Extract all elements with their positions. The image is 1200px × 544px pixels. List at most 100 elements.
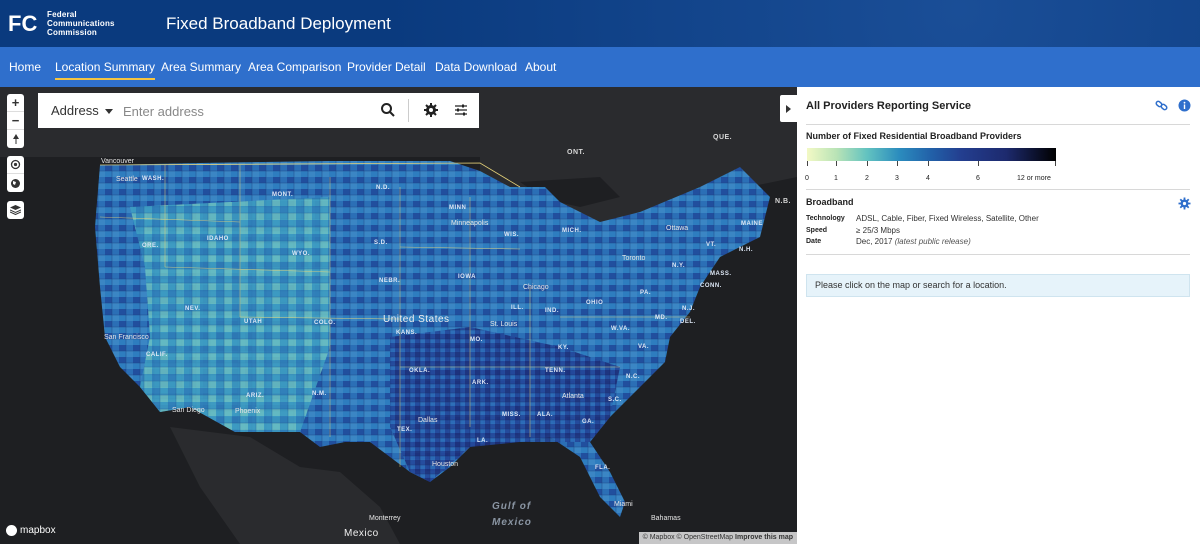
city-phoenix: Phoenix (235, 408, 261, 415)
agency-line-2: Communications (47, 19, 115, 28)
city-san-diego: San Diego (172, 407, 205, 414)
legend-label-4: 4 (926, 175, 930, 182)
svg-text:FC: FC (8, 11, 37, 36)
city-toronto: Toronto (622, 255, 646, 262)
label-pa: PA. (640, 290, 652, 296)
label-nd: N.D. (376, 185, 390, 191)
label-nebr: NEBR. (379, 278, 401, 284)
nav-location-summary[interactable]: Location Summary (55, 60, 156, 80)
nav-area-comparison[interactable]: Area Comparison (248, 60, 341, 74)
label-gulf-2: Mexico (492, 517, 532, 528)
label-ohio: OHIO (586, 300, 604, 306)
label-del: DEL. (680, 319, 696, 325)
nav-provider-detail[interactable]: Provider Detail (347, 60, 426, 74)
divider (806, 189, 1190, 190)
address-input[interactable] (123, 101, 373, 121)
map-canvas[interactable]: ONT. QUE. N.B. Vancouver Seattle WASH. M… (0, 87, 797, 544)
gear-icon[interactable] (423, 102, 439, 118)
zoom-in-icon[interactable]: + (7, 94, 24, 112)
info-panel: All Providers Reporting Service Number o… (797, 87, 1200, 544)
label-tex: TEX. (397, 427, 413, 433)
label-ind: IND. (545, 308, 559, 314)
panel-title: All Providers Reporting Service (806, 100, 972, 112)
label-colo: COLO. (314, 320, 336, 326)
label-utah: UTAH (244, 319, 263, 325)
attribution-text[interactable]: © Mapbox © OpenStreetMap (643, 534, 733, 541)
label-ore: ORE. (142, 243, 159, 249)
label-nh: N.H. (739, 247, 753, 253)
technology-label: Technology (806, 215, 845, 222)
legend-tick (867, 161, 868, 166)
label-ariz: ARIZ. (246, 393, 265, 399)
label-fla: FLA. (595, 465, 611, 471)
layers-icon[interactable] (7, 201, 24, 219)
date-note: (latest public release) (894, 237, 971, 246)
nav-home[interactable]: Home (9, 60, 41, 74)
date-text: Dec, 2017 (856, 237, 893, 246)
legend-tick (978, 161, 979, 166)
fcc-logo[interactable]: FC (8, 10, 38, 36)
address-search-bar: Address (38, 93, 479, 128)
label-la: LA. (477, 438, 489, 444)
panel-collapse-button[interactable] (780, 95, 797, 122)
location-prompt: Please click on the map or search for a … (806, 274, 1190, 297)
label-kans: KANS. (396, 330, 418, 336)
city-vancouver: Vancouver (101, 158, 134, 165)
search-icon[interactable] (380, 102, 396, 118)
search-type-label: Address (51, 103, 99, 118)
legend-label-0: 0 (805, 175, 809, 182)
label-vt: VT. (706, 242, 717, 248)
label-idaho: IDAHO (207, 236, 229, 242)
city-st-louis: St. Louis (490, 321, 518, 328)
compass-icon[interactable] (7, 130, 24, 148)
gear-icon[interactable] (1178, 197, 1191, 210)
link-icon[interactable] (1155, 99, 1168, 112)
city-atlanta: Atlanta (562, 393, 584, 400)
zoom-controls: + − (7, 94, 24, 148)
search-divider (408, 99, 409, 122)
nav-area-summary[interactable]: Area Summary (161, 60, 241, 74)
info-icon[interactable] (1178, 99, 1191, 112)
label-nj: N.J. (682, 306, 696, 312)
app-header: FC Federal Communications Commission Fix… (0, 0, 1200, 47)
label-mexico: Mexico (344, 528, 379, 539)
legend-label-6: 6 (976, 175, 980, 182)
search-type-select[interactable]: Address (51, 103, 113, 118)
label-okla: OKLA. (409, 368, 431, 374)
legend-tick (836, 161, 837, 166)
divider (806, 124, 1190, 125)
date-label: Date (806, 238, 822, 245)
zoom-out-icon[interactable]: − (7, 112, 24, 130)
globe-icon[interactable] (7, 174, 24, 192)
legend-label-2: 2 (865, 175, 869, 182)
label-nev: NEV. (185, 306, 201, 312)
layers-control (7, 201, 24, 219)
label-tenn: TENN. (545, 368, 566, 374)
city-ottawa: Ottawa (666, 225, 689, 232)
improve-map-link[interactable]: Improve this map (735, 534, 793, 541)
city-chicago: Chicago (523, 284, 549, 291)
city-bahamas: Bahamas (651, 515, 681, 522)
city-san-francisco: San Francisco (104, 334, 149, 341)
locate-icon[interactable] (7, 156, 24, 174)
label-va: VA. (638, 344, 650, 350)
label-ky: KY. (558, 345, 569, 351)
broadband-section-title: Broadband (806, 197, 854, 207)
legend-color-scale (807, 148, 1056, 161)
label-sd: S.D. (374, 240, 388, 246)
caret-down-icon (104, 109, 113, 115)
nav-data-download[interactable]: Data Download (435, 60, 517, 74)
speed-value: ≥ 25/3 Mbps (856, 226, 900, 235)
label-sc: S.C. (608, 397, 622, 403)
legend-tick (807, 161, 808, 166)
label-wash: WASH. (142, 176, 165, 182)
label-united-states: United States (383, 314, 450, 325)
label-ny: N.Y. (672, 263, 686, 269)
nav-about[interactable]: About (525, 60, 556, 74)
label-ill: ILL. (511, 305, 524, 311)
mapbox-logo[interactable]: mapbox (6, 525, 56, 536)
speed-label: Speed (806, 227, 828, 234)
label-ont: ONT. (567, 149, 585, 156)
sliders-icon[interactable] (453, 102, 469, 118)
label-ga: GA. (582, 419, 595, 425)
